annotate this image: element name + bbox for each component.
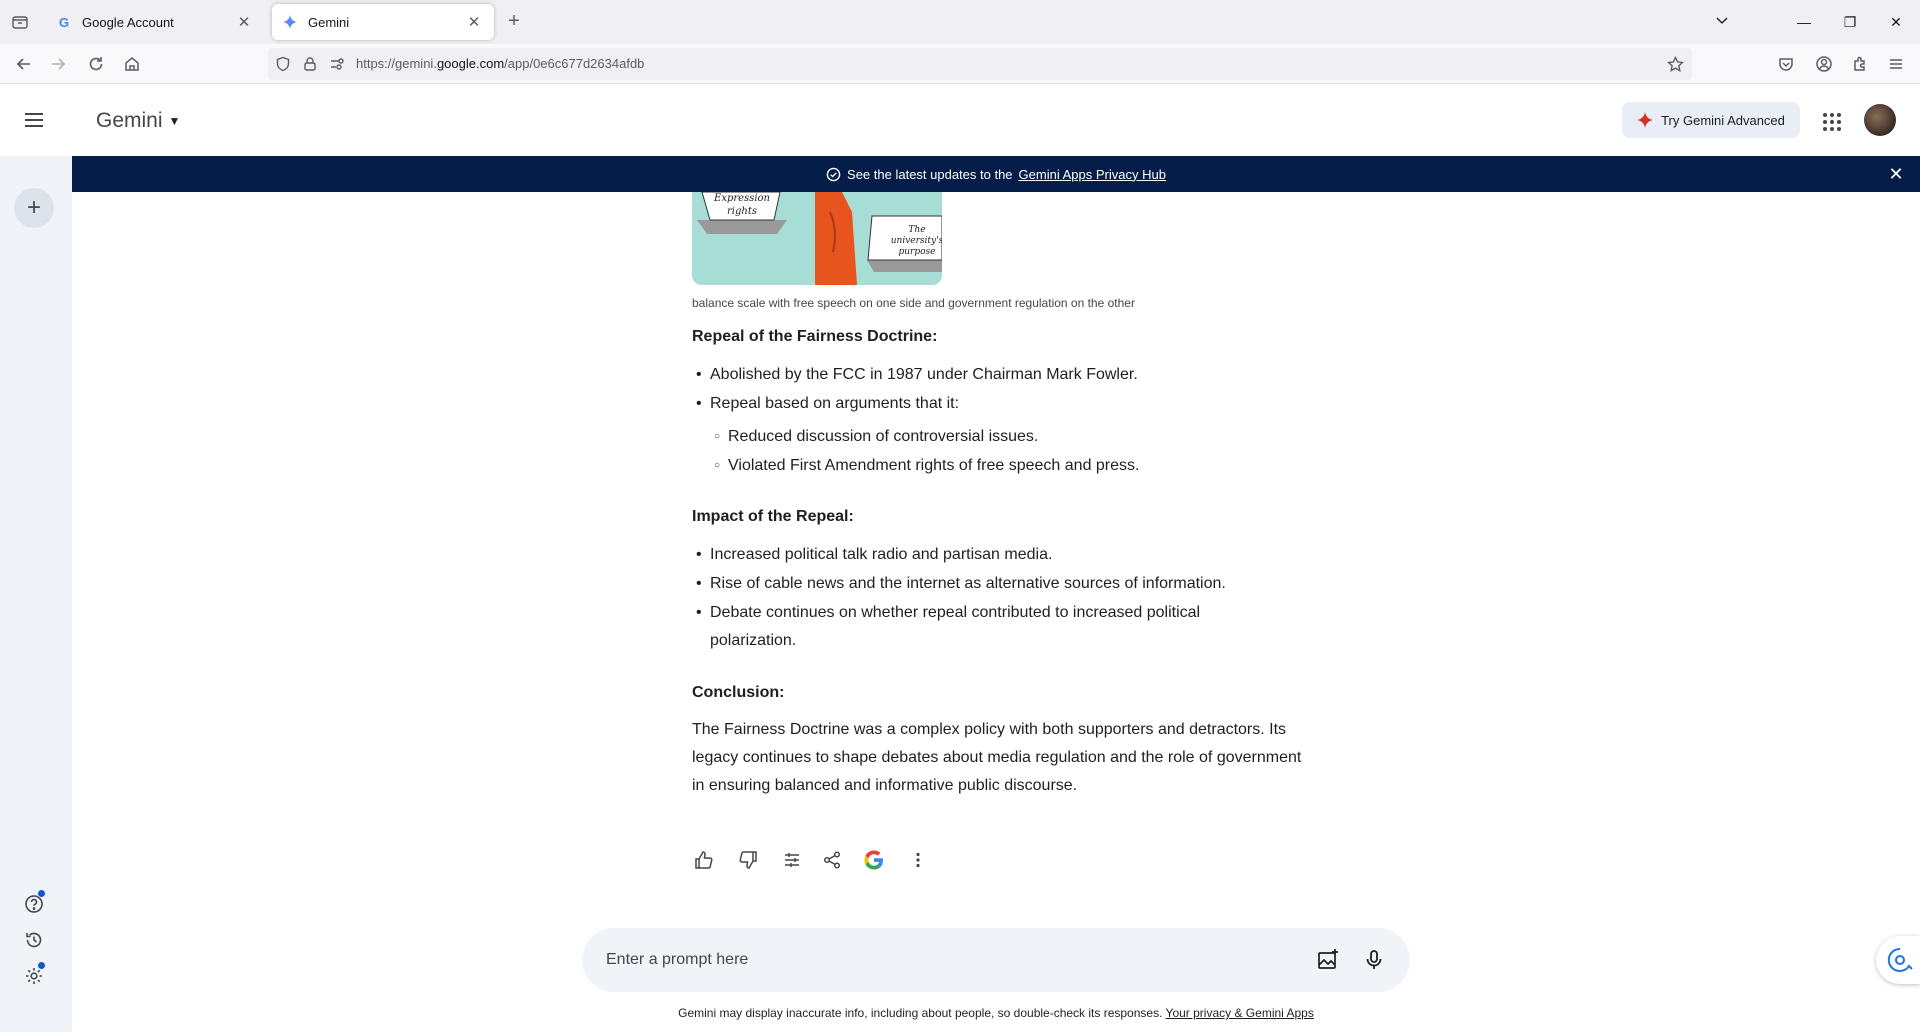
restore-icon[interactable]: ❐ bbox=[1838, 10, 1862, 34]
disclaimer: Gemini may display inaccurate info, incl… bbox=[582, 1006, 1410, 1020]
help-icon[interactable] bbox=[24, 894, 44, 914]
close-tab-icon[interactable]: ✕ bbox=[464, 12, 484, 32]
list-item: Rise of cable news and the internet as a… bbox=[692, 570, 1226, 598]
left-pan-label-2: rights bbox=[727, 206, 757, 217]
main-menu-icon[interactable] bbox=[22, 108, 46, 132]
sub-list-item: Reduced discussion of controversial issu… bbox=[710, 423, 1038, 451]
model-selector[interactable]: Gemini ▼ bbox=[96, 109, 180, 133]
tab-google-account[interactable]: G Google Account ✕ bbox=[46, 4, 264, 40]
tab-label: Gemini bbox=[308, 14, 350, 30]
browser-nav-bar: https://gemini.google.com/app/0e6c677d26… bbox=[0, 44, 1920, 84]
prompt-box bbox=[582, 928, 1410, 992]
home-icon[interactable] bbox=[120, 52, 144, 76]
banner-text: See the latest updates to the bbox=[847, 166, 1013, 182]
account-icon[interactable] bbox=[1812, 52, 1836, 76]
lock-icon[interactable] bbox=[301, 55, 319, 73]
section-heading: Repeal of the Fairness Doctrine: bbox=[692, 328, 938, 345]
plus-icon: + bbox=[26, 194, 41, 221]
sparkle-icon bbox=[1637, 112, 1654, 128]
right-pan-label-2: university's bbox=[891, 236, 942, 246]
minimize-icon[interactable]: — bbox=[1792, 10, 1816, 34]
privacy-hub-link[interactable]: Gemini Apps Privacy Hub bbox=[1019, 167, 1166, 182]
browser-tab-bar: G Google Account ✕ Gemini ✕ + — ❐ ✕ bbox=[0, 0, 1920, 44]
balance-scale-image[interactable]: Expression rights The university's purpo… bbox=[692, 192, 942, 285]
section-heading: Conclusion: bbox=[692, 684, 785, 701]
list-item: Repeal based on arguments that it: bbox=[692, 390, 959, 418]
privacy-banner: See the latest updates to the Gemini App… bbox=[72, 156, 1920, 192]
bookmark-star-icon[interactable] bbox=[1666, 55, 1684, 73]
google-favicon-icon: G bbox=[58, 14, 70, 30]
microphone-icon[interactable] bbox=[1362, 948, 1386, 972]
tab-list-icon[interactable] bbox=[10, 12, 30, 32]
prompt-input[interactable] bbox=[606, 946, 1246, 974]
check-circle-icon bbox=[826, 167, 841, 181]
assistant-icon bbox=[1887, 947, 1913, 972]
conclusion-paragraph: The Fairness Doctrine was a complex poli… bbox=[692, 721, 1302, 794]
right-pan-label-1: The bbox=[908, 225, 925, 235]
app-menu-icon[interactable] bbox=[1884, 52, 1908, 76]
pocket-icon[interactable] bbox=[1774, 52, 1798, 76]
image-caption: balance scale with free speech on one si… bbox=[692, 296, 1135, 310]
privacy-link[interactable]: Your privacy & Gemini Apps bbox=[1166, 1006, 1314, 1020]
modify-response-icon[interactable] bbox=[780, 848, 804, 872]
thumbs-down-icon[interactable] bbox=[736, 848, 760, 872]
list-item: Abolished by the FCC in 1987 under Chair… bbox=[692, 361, 1138, 389]
permissions-icon[interactable] bbox=[328, 55, 346, 73]
disclaimer-text: Gemini may display inaccurate info, incl… bbox=[678, 1006, 1163, 1020]
notification-dot bbox=[38, 962, 45, 969]
share-icon[interactable] bbox=[820, 848, 844, 872]
close-tab-icon[interactable]: ✕ bbox=[234, 12, 254, 32]
notification-dot bbox=[38, 890, 45, 897]
sub-list-item: Violated First Amendment rights of free … bbox=[710, 452, 1139, 480]
more-options-icon[interactable] bbox=[906, 848, 930, 872]
list-all-tabs-icon[interactable] bbox=[1710, 10, 1734, 34]
left-pan-label-1: Expression bbox=[713, 193, 770, 204]
sidebar: + bbox=[0, 156, 72, 1032]
url-bar[interactable]: https://gemini.google.com/app/0e6c677d26… bbox=[268, 48, 1692, 80]
try-advanced-label: Try Gemini Advanced bbox=[1661, 112, 1785, 128]
google-check-icon[interactable] bbox=[862, 848, 886, 872]
window-close-icon[interactable]: ✕ bbox=[1884, 10, 1908, 34]
right-pan-label-3: purpose bbox=[899, 247, 936, 257]
activity-history-icon[interactable] bbox=[24, 930, 44, 950]
tab-label: Google Account bbox=[82, 14, 174, 30]
url-text[interactable]: https://gemini.google.com/app/0e6c677d26… bbox=[356, 56, 644, 71]
upload-image-icon[interactable] bbox=[1316, 948, 1340, 972]
list-item: Increased political talk radio and parti… bbox=[692, 541, 1052, 569]
new-tab-icon[interactable]: + bbox=[504, 11, 524, 32]
section-heading: Impact of the Repeal: bbox=[692, 508, 854, 525]
app-header: Gemini ▼ Try Gemini Advanced bbox=[0, 84, 1920, 156]
new-chat-button[interactable]: + bbox=[14, 188, 54, 228]
google-apps-icon[interactable] bbox=[1820, 110, 1844, 134]
forward-icon[interactable] bbox=[46, 52, 70, 76]
list-item: Debate continues on whether repeal contr… bbox=[692, 599, 1232, 655]
settings-gear-icon[interactable] bbox=[24, 966, 44, 986]
tracking-protection-icon[interactable] bbox=[274, 55, 292, 73]
app-title: Gemini bbox=[96, 109, 163, 132]
reload-icon[interactable] bbox=[84, 52, 108, 76]
thumbs-up-icon[interactable] bbox=[692, 848, 716, 872]
caret-down-icon: ▼ bbox=[168, 114, 181, 128]
avatar[interactable] bbox=[1864, 104, 1896, 136]
back-icon[interactable] bbox=[12, 52, 36, 76]
floating-assistant-button[interactable] bbox=[1876, 936, 1920, 984]
gemini-favicon-icon bbox=[282, 14, 298, 30]
extensions-icon[interactable] bbox=[1848, 52, 1872, 76]
close-banner-icon[interactable]: ✕ bbox=[1886, 164, 1906, 184]
tab-gemini[interactable]: Gemini ✕ bbox=[272, 4, 494, 40]
try-gemini-advanced-button[interactable]: Try Gemini Advanced bbox=[1622, 102, 1800, 138]
